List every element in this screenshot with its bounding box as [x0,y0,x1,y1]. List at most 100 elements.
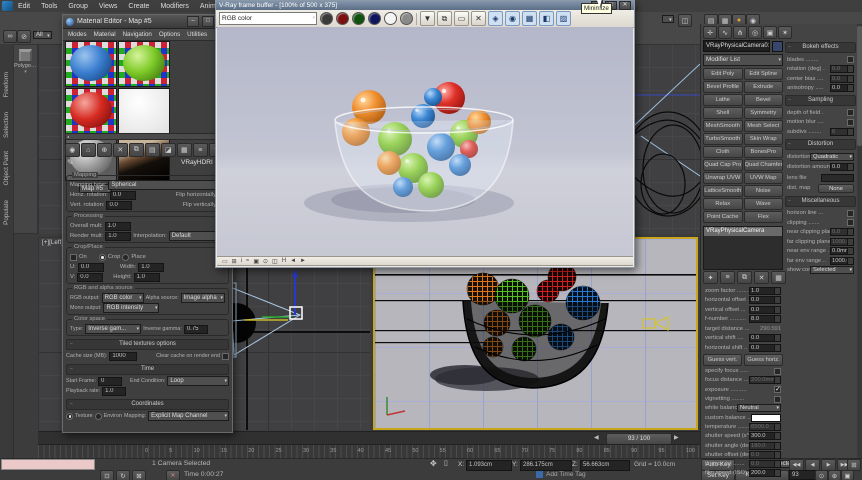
srgb-icon[interactable]: ▣ [253,258,259,265]
object-name-field[interactable]: VRayPhysicalCamera01 [703,40,770,52]
modifier-list-dropdown[interactable]: Modifier List [703,54,783,66]
close-button[interactable]: ✕ [619,1,631,10]
modifier-button[interactable]: Quad Chamfer [744,159,784,171]
history-icon[interactable]: H [282,258,286,265]
crop-radio[interactable] [99,254,106,261]
render-mult-field[interactable]: 1.0 [105,232,131,241]
mapping-type-dropdown[interactable]: Spherical [108,180,225,190]
modifier-button[interactable]: UVW Map [744,172,784,184]
modifier-button[interactable]: Flex [744,211,784,223]
modifier-button[interactable]: Unwrap UVW [703,172,743,184]
prev-image-icon[interactable]: ◄ [290,258,296,265]
modifier-button[interactable]: Edit Poly [703,68,743,80]
current-frame-field[interactable]: 93 [789,470,817,480]
vert-rotation-field[interactable]: 0.0 [106,201,132,210]
material-type-button[interactable]: VRayHDRI [181,159,213,166]
mirror-icon[interactable]: ◫ [678,14,692,27]
make-unique-icon[interactable]: ⧉ [737,271,752,284]
material-slot-2[interactable] [118,41,170,87]
viewport-label[interactable]: [+][Left] [42,239,63,246]
environ-radio[interactable] [95,413,102,420]
modifier-button[interactable]: Quad Cap Pro [703,159,743,171]
color-correction-icon[interactable]: ◧ [539,11,554,26]
vfb-image[interactable] [217,27,633,258]
material-editor-titlebar[interactable]: Material Editor - Map #5 – □ ✕ [63,15,232,29]
mono-output-dropdown[interactable]: RGB intensity [103,303,159,313]
ribbon-tab[interactable]: Freeform [3,72,10,98]
selection-filter-dropdown[interactable]: All [33,31,52,39]
modifier-stack[interactable]: VRayPhysicalCamera [703,226,783,270]
guess-button[interactable]: Guess vert. [703,354,742,366]
reset-map-icon[interactable]: ✕ [113,143,128,157]
coord-y-field[interactable]: 286.175cm [520,460,572,471]
modifier-button[interactable]: MeshSmooth [703,120,743,132]
modifier-button[interactable]: BonesPro [744,146,784,158]
clear-image-icon[interactable]: ✕ [471,11,486,26]
vfb-titlebar[interactable]: V-Ray frame buffer - [100% of 500 x 375]… [216,1,634,10]
material-slot-3[interactable] [65,88,117,134]
material-id-icon[interactable]: ◪ [161,143,176,157]
guess-button[interactable]: Guess horiz. [744,354,783,366]
unlink-selection-icon[interactable]: ⊘ [17,30,31,43]
modifier-button[interactable]: Relax [703,198,743,210]
crop-u-field[interactable]: 0.0 [78,263,104,272]
menu-item[interactable]: Group [68,3,87,10]
compare-ab-icon[interactable]: ◫ [272,258,278,265]
modifier-button[interactable]: LatticeSmooth [703,185,743,197]
selection-lock-icon[interactable]: ⊠ [132,470,146,480]
modifier-button[interactable]: Shell [703,107,743,119]
track-mouse-region-icon[interactable]: ▦ [522,11,537,26]
isolate-toggle-icon[interactable]: ⊡ [100,470,114,480]
selection-lock-icon[interactable]: ▯ [444,459,448,467]
assign-material-icon[interactable]: ⊕ [97,143,112,157]
slots-hscrollbar[interactable]: ◂▸ [65,133,219,140]
ribbon-panel-polygon-modeling[interactable]: Polygon Modeling ▾ [13,44,38,234]
menu-item[interactable]: Material [94,31,116,38]
rollout-miscellaneous[interactable]: Miscellaneous [785,196,856,207]
crop-height-field[interactable]: 1.0 [134,273,160,282]
material-slot-1[interactable] [65,41,117,87]
modifier-button[interactable]: Lathe [703,94,743,106]
rollout-sampling[interactable]: Sampling [785,95,856,106]
offset-mode-icon[interactable]: ↻ [116,470,130,480]
maxscript-mini-listener[interactable] [1,459,95,470]
crop-width-field[interactable]: 1.0 [138,263,164,272]
time-slider-prev-arrow[interactable]: ◀ [594,434,599,441]
menu-item[interactable]: Modes [68,31,87,38]
sample-eyedropper-icon[interactable]: ✎ [67,158,74,167]
blue-channel-button[interactable] [368,12,381,25]
cache-size-field[interactable]: 1000 [109,352,137,361]
make-unique-icon[interactable]: ⧉ [129,143,144,157]
time-slider-next-arrow[interactable]: ▶ [674,434,679,441]
green-channel-button[interactable] [352,12,365,25]
select-and-link-icon[interactable]: ∞ [3,30,17,43]
color-space-type-dropdown[interactable]: Inverse gam... [85,324,141,334]
start-frame-field[interactable]: 0 [98,377,122,386]
ribbon-tab[interactable]: Selection [3,112,10,138]
transform-typein-icon[interactable]: ✥ [430,459,437,468]
save-image-icon[interactable]: ▼ [420,11,435,26]
rollout-tiled-textures[interactable]: Tiled textures options [66,339,229,350]
app-icon[interactable] [2,1,13,11]
duplicate-to-host-icon[interactable]: ◈ [488,11,503,26]
menu-item[interactable]: Views [99,3,118,10]
pin-stack-icon[interactable]: ✦ [703,271,718,284]
modifier-button[interactable]: Symmetry [744,107,784,119]
track-bar[interactable]: 0510152025303540455055606570758085909510… [38,444,700,459]
menu-item[interactable]: Edit [18,3,30,10]
modifier-button[interactable]: Noise [744,185,784,197]
follow-mouse-icon[interactable]: ◉ [505,11,520,26]
rollout-bokeh-effects[interactable]: Bokeh effects [785,42,856,53]
ribbon-tab[interactable]: Populate [3,200,10,225]
icc-icon[interactable]: ⊙ [263,258,268,265]
horiz-rotation-field[interactable]: 0.0 [110,191,136,200]
rollout-time[interactable]: Time [66,364,229,375]
zoom-extents-icon[interactable]: ▣ [841,470,854,480]
menu-item[interactable]: Modifiers [160,3,188,10]
zoom-icon[interactable]: ⊙ [815,470,828,480]
menu-item[interactable]: Navigation [123,31,152,38]
rollout-coordinates[interactable]: Coordinates [66,399,229,410]
cancel-button[interactable]: ✕ [166,470,180,480]
tab-motion[interactable]: ◎ [748,26,762,39]
remove-modifier-icon[interactable]: ✕ [754,271,769,284]
